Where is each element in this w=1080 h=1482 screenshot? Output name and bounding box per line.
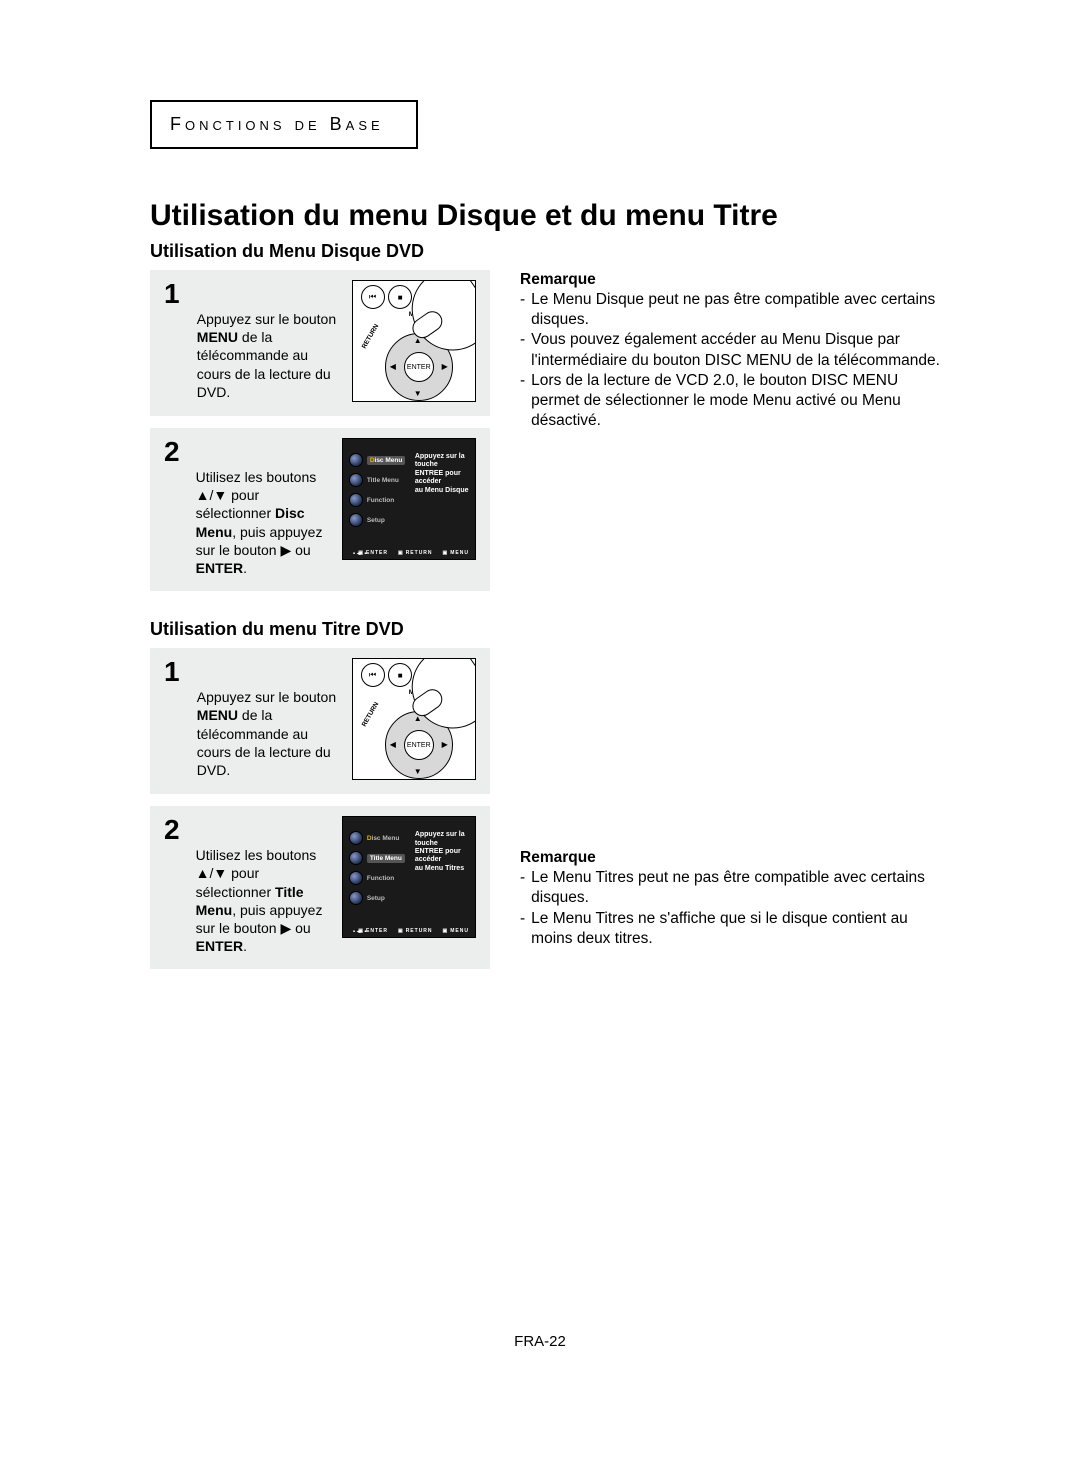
step-text: Appuyez sur le bouton MENU de la télécom…: [197, 310, 338, 401]
section-b-step2: 2 Utilisez les boutons / pour sélectionn…: [150, 806, 490, 969]
remark-item: Le Menu Titres peut ne pas être compatib…: [520, 868, 950, 908]
step-text: Utilisez les boutons / pour sélectionner…: [196, 468, 328, 577]
right-icon: [280, 920, 291, 936]
osd-screenshot: Disc Menu Title Menu Function Setup Appu…: [342, 438, 476, 560]
osd-item-setup: Setup: [349, 513, 406, 527]
osd-item-disc-menu: Disc Menu: [349, 831, 405, 845]
section-header: Fonctions de Base: [150, 100, 418, 149]
right-icon: [280, 542, 291, 558]
enter-button-icon: ENTER: [404, 352, 434, 382]
prev-icon: ⏮: [361, 285, 385, 309]
text: Appuyez sur le bouton: [197, 311, 336, 327]
osd-bottom-bar: ▣ENTER ▣RETURN ▣MENU: [343, 546, 475, 559]
section-a-left: 1 Appuyez sur le bouton MENU de la téléc…: [150, 270, 490, 603]
osd-bar-enter: ▣ENTER: [358, 550, 388, 556]
remote-illustration: ⏮ ■ ▶‖ ⏭ MENU RETURN INFO ▲ ▼ ◀ ▶: [352, 658, 476, 780]
text-bold: MENU: [197, 329, 238, 345]
osd-bar-enter: ▣ENTER: [358, 928, 388, 934]
enter-button-icon: ENTER: [404, 730, 434, 760]
stop-icon: ■: [388, 285, 412, 309]
step-text: Appuyez sur le bouton MENU de la télécom…: [197, 688, 338, 779]
remark-title: Remarque: [520, 270, 950, 290]
step-number: 1: [164, 658, 183, 686]
section-b-body: 1 Appuyez sur le bouton MENU de la téléc…: [150, 648, 950, 981]
osd-item-title-menu: Title Menu: [349, 851, 405, 865]
step-number: 1: [164, 280, 183, 308]
section-b-step1: 1 Appuyez sur le bouton MENU de la téléc…: [150, 648, 490, 794]
osd-bar-menu: ▣MENU: [443, 550, 469, 556]
up-icon: [196, 487, 210, 503]
text: .: [243, 560, 247, 576]
content: Fonctions de Base Utilisation du menu Di…: [150, 100, 950, 981]
text: ou: [291, 920, 310, 936]
main-title: Utilisation du menu Disque et du menu Ti…: [150, 199, 950, 233]
osd-menu-list: Disc Menu Title Menu Function Setup: [349, 831, 405, 905]
prev-icon: ⏮: [361, 663, 385, 687]
stop-icon: ■: [388, 663, 412, 687]
step-number: 2: [164, 438, 182, 466]
text: Utilisez les boutons: [196, 469, 317, 485]
text: .: [243, 938, 247, 954]
remark-item: Vous pouvez également accéder au Menu Di…: [520, 330, 950, 370]
remark-item: Lors de la lecture de VCD 2.0, le bouton…: [520, 371, 950, 431]
osd-item-setup: Setup: [349, 891, 405, 905]
remark-item: Le Menu Disque peut ne pas être compatib…: [520, 290, 950, 330]
osd-bar-return: ▣RETURN: [398, 928, 433, 934]
osd-item-function: Function: [349, 493, 406, 507]
osd-bottom-bar: ▣ENTER ▣RETURN ▣MENU: [343, 924, 475, 937]
section-a-body: 1 Appuyez sur le bouton MENU de la téléc…: [150, 270, 950, 603]
down-icon: [213, 487, 227, 503]
osd-bar-return: ▣RETURN: [398, 550, 433, 556]
text-bold: MENU: [197, 707, 238, 723]
osd-item-title-menu: Title Menu: [349, 473, 406, 487]
section-a-remark: Remarque Le Menu Disque peut ne pas être…: [520, 270, 950, 431]
section-a-step2: 2 Utilisez les boutons / pour sélectionn…: [150, 428, 490, 591]
page: Fonctions de Base Utilisation du menu Di…: [0, 0, 1080, 1482]
section-b-remark: Remarque Le Menu Titres peut ne pas être…: [520, 848, 950, 949]
osd-menu-list: Disc Menu Title Menu Function Setup: [349, 453, 406, 527]
remark-title: Remarque: [520, 848, 950, 868]
section-a-step1: 1 Appuyez sur le bouton MENU de la téléc…: [150, 270, 490, 416]
osd-screenshot: Disc Menu Title Menu Function Setup Appu…: [342, 816, 476, 938]
text-bold: ENTER: [196, 938, 243, 954]
remark-list: Le Menu Disque peut ne pas être compatib…: [520, 290, 950, 431]
up-icon: [196, 865, 210, 881]
osd-message: Appuyez sur la touche ENTREE pour accéde…: [415, 453, 476, 495]
text-bold: ENTER: [196, 560, 243, 576]
remark-item: Le Menu Titres ne s'affiche que si le di…: [520, 909, 950, 949]
step-number: 2: [164, 816, 182, 844]
step-text: Utilisez les boutons / pour sélectionner…: [196, 846, 328, 955]
page-number: FRA-22: [0, 1333, 1080, 1350]
text: Utilisez les boutons: [196, 847, 317, 863]
return-label: RETURN: [361, 701, 381, 728]
remark-list: Le Menu Titres peut ne pas être compatib…: [520, 868, 950, 949]
section-b-heading: Utilisation du menu Titre DVD: [150, 619, 950, 640]
osd-item-disc-menu: Disc Menu: [349, 453, 406, 467]
section-b-left: 1 Appuyez sur le bouton MENU de la téléc…: [150, 648, 490, 981]
text: ou: [291, 542, 310, 558]
text: Appuyez sur le bouton: [197, 689, 336, 705]
osd-bar-menu: ▣MENU: [443, 928, 469, 934]
osd-message: Appuyez sur la touche ENTREE pour accéde…: [415, 831, 476, 873]
osd-item-function: Function: [349, 871, 405, 885]
section-a-heading: Utilisation du Menu Disque DVD: [150, 241, 950, 262]
remote-illustration: ⏮ ■ ▶‖ ⏭ MENU RETURN INFO ▲ ▼ ◀ ▶: [352, 280, 476, 402]
down-icon: [213, 865, 227, 881]
return-label: RETURN: [361, 323, 381, 350]
